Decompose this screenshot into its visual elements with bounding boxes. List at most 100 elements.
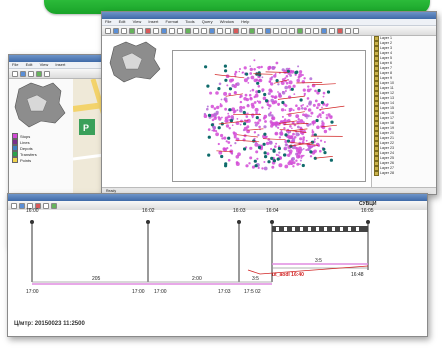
toolbar-button[interactable] [209, 27, 215, 34]
network-node [285, 75, 289, 78]
network-node [297, 125, 300, 129]
legend-label: Lines [20, 139, 30, 145]
toolbar-button[interactable] [145, 27, 151, 34]
network-node [271, 76, 274, 79]
network-node [242, 106, 246, 109]
toolbar-button[interactable] [44, 70, 50, 77]
menu-format[interactable]: Format [165, 19, 178, 24]
menu-query[interactable]: Query [202, 19, 213, 24]
menu-item[interactable]: View [40, 62, 49, 67]
menu-file[interactable]: File [105, 19, 111, 24]
network-node [316, 125, 320, 130]
svg-text:P: P [83, 123, 89, 133]
network-node [258, 125, 261, 129]
network-node [250, 75, 255, 80]
toolbar-button[interactable] [137, 27, 143, 34]
network-node [247, 82, 250, 84]
toolbar-button[interactable] [305, 27, 311, 34]
toolbar-button[interactable] [28, 70, 34, 77]
toolbar-button[interactable] [153, 27, 159, 34]
menu-tools[interactable]: Tools [185, 19, 194, 24]
network-node [288, 67, 291, 70]
network-node [236, 109, 239, 112]
network-node [206, 107, 209, 111]
toolbar-button[interactable] [257, 27, 263, 34]
toolbar-button[interactable] [289, 27, 295, 34]
network-node [292, 84, 296, 88]
network-node [225, 140, 228, 143]
toolbar-button[interactable] [161, 27, 167, 34]
network-node [300, 104, 303, 107]
toolbar-button[interactable] [313, 27, 319, 34]
menu-window[interactable]: Window [220, 19, 234, 24]
network-node [302, 148, 305, 150]
network-node [278, 136, 282, 139]
network-node [245, 164, 249, 168]
network-node [243, 66, 247, 70]
network-node [297, 65, 300, 68]
toolbar-button[interactable] [12, 70, 18, 77]
network-node [221, 116, 223, 119]
menu-item[interactable]: Edit [26, 62, 33, 67]
station-node [267, 160, 271, 164]
toolbar-button[interactable] [265, 27, 271, 34]
toolbar-button[interactable] [201, 27, 207, 34]
toolbar-button[interactable] [321, 27, 327, 34]
window-titlebar [102, 12, 436, 19]
toolbar-button[interactable] [19, 202, 25, 209]
network-node [306, 97, 310, 100]
toolbar-button[interactable] [169, 27, 175, 34]
toolbar-button[interactable] [11, 202, 17, 209]
toolbar-button[interactable] [281, 27, 287, 34]
toolbar-button[interactable] [225, 27, 231, 34]
network-node [292, 70, 295, 73]
network-node [224, 99, 228, 103]
toolbar-button[interactable] [121, 27, 127, 34]
station-node [243, 147, 247, 151]
toolbar-button[interactable] [105, 27, 111, 34]
toolbar-button[interactable] [193, 27, 199, 34]
toolbar-button[interactable] [337, 27, 343, 34]
toolbar-button[interactable] [233, 27, 239, 34]
menu-help[interactable]: Help [241, 19, 249, 24]
toolbar-button[interactable] [113, 27, 119, 34]
network-node [248, 162, 251, 165]
layer-tree-item[interactable]: Layer 28 [372, 171, 436, 176]
toolbar-button[interactable] [297, 27, 303, 34]
menu-item[interactable]: Insert [55, 62, 65, 67]
toolbar-button[interactable] [36, 70, 42, 77]
network-node [291, 157, 295, 161]
network-node [284, 143, 288, 147]
toolbar-button[interactable] [353, 27, 359, 34]
station-node [262, 142, 266, 146]
toolbar-button[interactable] [129, 27, 135, 34]
legend-item[interactable]: Points [9, 157, 73, 163]
network-node [284, 164, 289, 169]
toolbar-button[interactable] [345, 27, 351, 34]
network-node [322, 95, 325, 98]
menu-edit[interactable]: Edit [119, 19, 126, 24]
toolbar-button[interactable] [51, 202, 57, 209]
toolbar-button[interactable] [249, 27, 255, 34]
toolbar-button[interactable] [273, 27, 279, 34]
arrival-time: 17:00 [132, 289, 145, 295]
toolbar-button[interactable] [20, 70, 26, 77]
network-node [215, 132, 219, 137]
toolbar-button[interactable] [241, 27, 247, 34]
network-map-canvas[interactable] [173, 51, 365, 181]
toolbar-button[interactable] [329, 27, 335, 34]
network-node [285, 81, 289, 85]
network-node [218, 117, 222, 121]
toolbar-button[interactable] [185, 27, 191, 34]
network-node [320, 139, 323, 142]
menu-item[interactable]: File [12, 62, 18, 67]
network-node [256, 157, 259, 160]
vehicle-label[interactable]: ut_aodl 16:40 [272, 272, 304, 278]
toolbar-button[interactable] [43, 202, 49, 209]
menu-insert[interactable]: Insert [148, 19, 158, 24]
menu-view[interactable]: View [133, 19, 142, 24]
station-node [320, 100, 324, 105]
toolbar-button[interactable] [217, 27, 223, 34]
network-map[interactable] [172, 50, 366, 182]
toolbar-button[interactable] [177, 27, 183, 34]
